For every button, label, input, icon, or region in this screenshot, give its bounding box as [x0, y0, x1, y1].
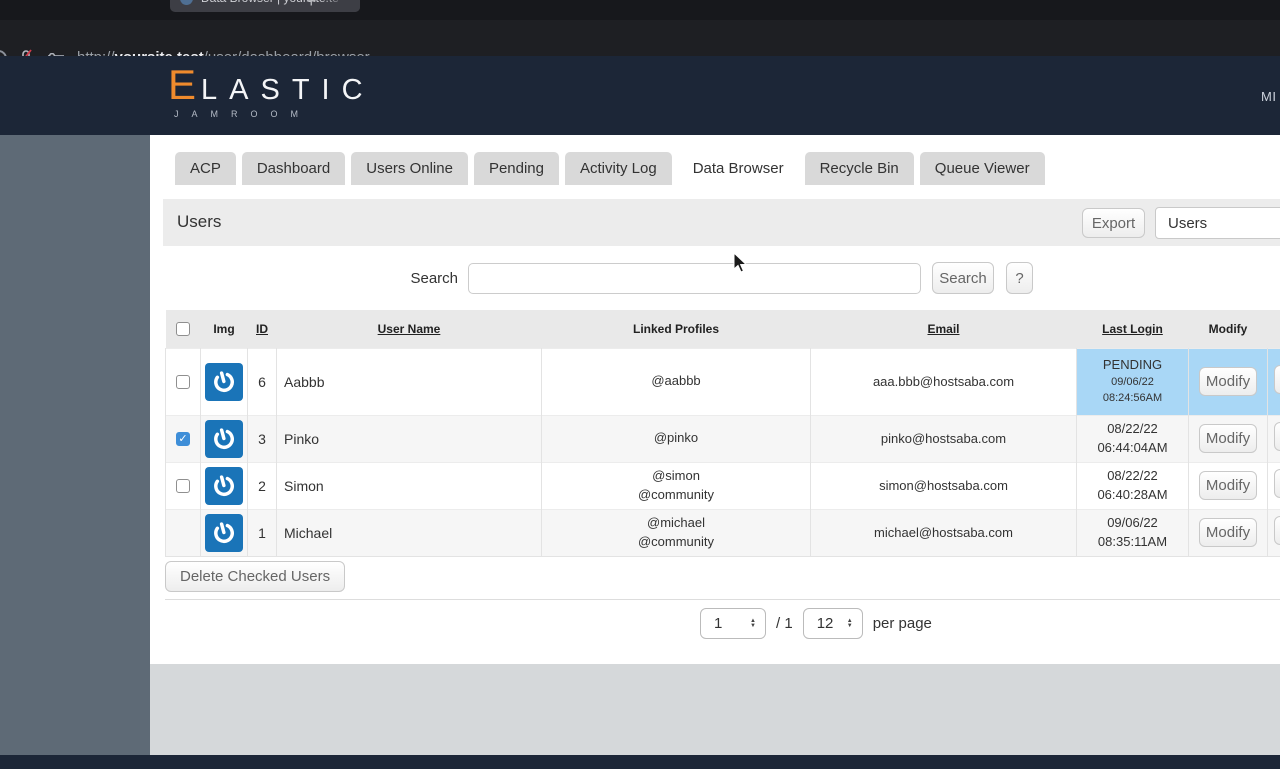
cell-id: 1: [247, 508, 277, 557]
table-row: 2 Simon @simon @community simon@hostsaba…: [165, 461, 1280, 509]
cell-user-name: Pinko: [276, 414, 542, 462]
cell-id: 3: [247, 414, 277, 462]
logo-text: LASTIC: [201, 74, 375, 106]
admin-panel: ACP Dashboard Users Online Pending Activ…: [150, 135, 1280, 664]
row-checkbox[interactable]: [176, 431, 190, 446]
delete-row-button[interactable]: [1274, 364, 1280, 394]
delete-row-button[interactable]: [1274, 468, 1280, 498]
cell-linked-profiles: @michael @community: [541, 508, 811, 557]
per-page-label: per page: [872, 615, 932, 632]
row-checkbox[interactable]: [176, 374, 190, 389]
cell-email: simon@hostsaba.com: [810, 461, 1077, 509]
tab-activity-log[interactable]: Activity Log: [565, 152, 672, 185]
modify-button[interactable]: Modify: [1199, 471, 1257, 500]
mouse-cursor: [733, 252, 748, 273]
cell-user-name: Aabbb: [276, 347, 542, 415]
delete-checked-users-button[interactable]: Delete Checked Users: [165, 561, 346, 592]
search-input[interactable]: [468, 263, 921, 294]
page-title: Users: [177, 212, 222, 231]
header-id[interactable]: ID: [247, 310, 277, 348]
page-select[interactable]: 1 ▲ ▼: [700, 608, 766, 639]
search-row: Search Search ?: [150, 247, 1280, 310]
header-email[interactable]: Email: [810, 310, 1077, 348]
user-avatar-power-icon[interactable]: [205, 362, 243, 401]
cell-user-name: Simon: [276, 461, 542, 509]
user-menu[interactable]: MI: [1261, 89, 1276, 104]
help-button[interactable]: ?: [1006, 262, 1033, 294]
users-table: Img ID User Name Linked Profiles Email L…: [165, 310, 1280, 557]
browser-tabstrip: Data Browser | yoursite.te +: [0, 0, 1280, 20]
tab-data-browser[interactable]: Data Browser: [677, 152, 799, 185]
cell-last-login: 09/06/22 08:35:11AM: [1076, 508, 1189, 557]
page-total-label: / 1: [776, 615, 793, 632]
table-row: 3 Pinko @pinko pinko@hostsaba.com 08/22/…: [165, 414, 1280, 462]
search-button[interactable]: Search: [932, 262, 994, 294]
tab-dashboard[interactable]: Dashboard: [241, 152, 346, 185]
cell-email: pinko@hostsaba.com: [810, 414, 1077, 462]
header-modify: Modify: [1188, 310, 1268, 348]
spinner-arrows-icon: ▲ ▼: [750, 617, 756, 629]
table-row: 6 Aabbb @aabbb aaa.bbb@hostsaba.com PEND…: [165, 347, 1280, 415]
select-all-checkbox[interactable]: [176, 321, 190, 336]
tab-recycle-bin[interactable]: Recycle Bin: [804, 152, 914, 185]
header-linked-profiles: Linked Profiles: [541, 310, 811, 348]
new-tab-button[interactable]: +: [306, 0, 317, 12]
cell-last-login: 08/22/22 06:44:04AM: [1076, 414, 1189, 462]
elastic-jamroom-logo[interactable]: E LASTIC JAMROOM: [168, 61, 375, 120]
cell-linked-profiles: @aabbb: [541, 347, 811, 415]
cell-linked-profiles: @simon @community: [541, 461, 811, 509]
cell-last-login: PENDING 09/06/22 08:24:56AM: [1076, 347, 1189, 415]
pagination-divider: [165, 599, 1280, 600]
site-header: E LASTIC JAMROOM MI: [0, 56, 1280, 135]
cell-id: 2: [247, 461, 277, 509]
per-page-select[interactable]: 12 ▲ ▼: [802, 608, 863, 639]
pagination: 1 ▲ ▼ / 1 12 ▲ ▼ per page: [165, 608, 1280, 639]
modify-button[interactable]: Modify: [1199, 424, 1257, 453]
admin-nav-tabs: ACP Dashboard Users Online Pending Activ…: [175, 152, 1045, 185]
footer-bar: [0, 755, 1280, 769]
delete-row-button[interactable]: [1274, 421, 1280, 451]
cell-id: 6: [247, 347, 277, 415]
browser-tab[interactable]: Data Browser | yoursite.te: [170, 0, 360, 12]
header-last-login[interactable]: Last Login: [1076, 310, 1189, 348]
cell-user-name: Michael: [276, 508, 542, 557]
tab-acp[interactable]: ACP: [175, 152, 236, 185]
spinner-arrows-icon: ▲ ▼: [846, 617, 853, 629]
row-checkbox[interactable]: [176, 478, 190, 493]
cell-email: aaa.bbb@hostsaba.com: [810, 347, 1077, 415]
table-header-row: Img ID User Name Linked Profiles Email L…: [165, 310, 1280, 348]
cell-linked-profiles: @pinko: [541, 414, 811, 462]
tab-favicon-icon: [180, 0, 193, 5]
logo-subtitle: JAMROOM: [174, 109, 311, 119]
header-user-name[interactable]: User Name: [276, 310, 542, 348]
tab-users-online[interactable]: Users Online: [351, 152, 468, 185]
user-avatar-power-icon[interactable]: [205, 466, 243, 505]
logo-initial: E: [168, 61, 197, 108]
export-button[interactable]: Export: [1082, 208, 1145, 238]
users-toolbar: Users Export Users: [163, 199, 1280, 246]
delete-row-button[interactable]: [1274, 515, 1280, 545]
cell-email: michael@hostsaba.com: [810, 508, 1077, 557]
cell-last-login: 08/22/22 06:40:28AM: [1076, 461, 1189, 509]
user-avatar-power-icon[interactable]: [205, 513, 243, 552]
modify-button[interactable]: Modify: [1199, 518, 1257, 547]
browser-urlbar[interactable]: http://yoursite.test/user/dashboard/brow…: [0, 20, 1280, 67]
export-target-select[interactable]: Users: [1155, 207, 1280, 239]
search-label: Search: [410, 270, 458, 287]
table-row: 1 Michael @michael @community michael@ho…: [165, 508, 1280, 557]
tab-pending[interactable]: Pending: [473, 152, 559, 185]
browser-chrome: Data Browser | yoursite.te + http://your…: [0, 0, 1280, 67]
user-avatar-power-icon[interactable]: [205, 419, 243, 458]
header-img: Img: [200, 310, 248, 348]
modify-button[interactable]: Modify: [1199, 367, 1257, 396]
header-extra: [1267, 310, 1280, 348]
tab-queue-viewer[interactable]: Queue Viewer: [919, 152, 1045, 185]
